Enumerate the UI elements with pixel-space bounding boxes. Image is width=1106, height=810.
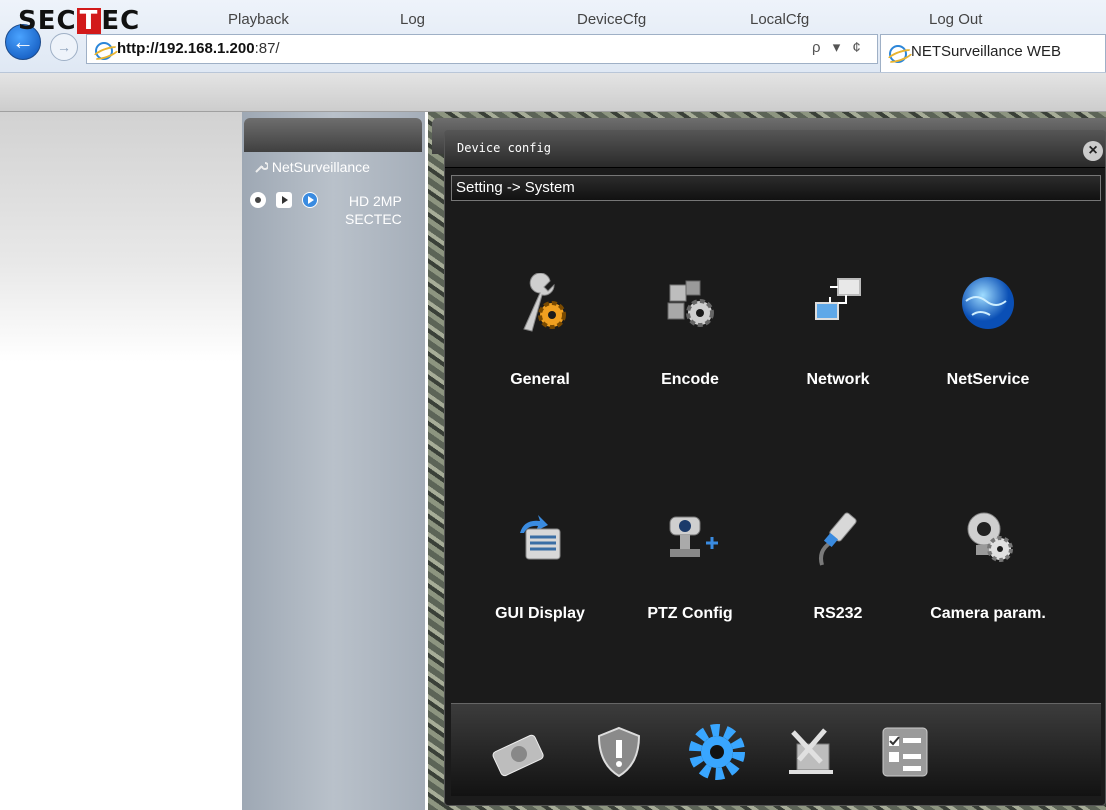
url-port-path: :87/	[254, 40, 280, 57]
camera-param-label: Camera param.	[930, 605, 1046, 622]
rs232-button[interactable]: RS232	[773, 507, 903, 637]
alarm-shield-icon[interactable]	[589, 722, 649, 782]
sectec-logo: SEC T EC	[18, 6, 141, 36]
checklist-icon[interactable]	[875, 722, 935, 782]
left-background	[0, 112, 242, 810]
nav-log[interactable]: Log	[400, 11, 425, 28]
globe-icon	[962, 277, 1014, 329]
dialog-titlebar: Device config ×	[445, 131, 1105, 168]
netservice-button[interactable]: NetService	[923, 273, 1053, 403]
camera-param-button[interactable]: Camera param.	[923, 507, 1053, 637]
device-config-dialog: Device config × Setting -> System Genera…	[444, 130, 1106, 806]
address-tools-icon[interactable]: ρ ▾ ¢	[812, 38, 865, 56]
ie-page-icon	[95, 39, 113, 62]
url-text: http://192.168.1.200:87/	[117, 40, 280, 57]
system-gear-icon[interactable]	[687, 722, 747, 782]
tools-icon[interactable]	[781, 722, 841, 782]
breadcrumb: Setting -> System	[451, 175, 1101, 201]
play-icon[interactable]	[276, 192, 292, 208]
app-nav-bar	[0, 73, 1106, 112]
encode-label: Encode	[661, 371, 719, 388]
browser-tab[interactable]: NETSurveillance WEB	[880, 34, 1106, 72]
camera-controls	[250, 192, 318, 213]
rs232-label: RS232	[813, 605, 863, 622]
tab-title: NETSurveillance WEB	[911, 43, 1062, 60]
device-list-header	[244, 118, 422, 152]
tree-root-label: NetSurveillance	[271, 159, 370, 175]
camera-param-icon	[967, 512, 1013, 562]
camera-name-line1: HD 2MP	[348, 193, 402, 209]
ptz-config-label: PTZ Config	[647, 605, 733, 622]
rs232-cable-icon	[819, 512, 857, 566]
wrench-gear-icon	[523, 273, 566, 332]
tree-root[interactable]: NetSurveillance	[254, 158, 370, 175]
bottom-category-bar	[451, 703, 1101, 796]
encode-button[interactable]: Encode	[625, 273, 755, 403]
nav-localcfg[interactable]: LocalCfg	[750, 11, 809, 28]
live-play-icon[interactable]	[302, 192, 318, 208]
wrench-icon	[255, 162, 269, 173]
dialog-title: Device config	[457, 141, 551, 155]
gui-display-button[interactable]: GUI Display	[475, 507, 605, 637]
netservice-label: NetService	[946, 371, 1030, 388]
puzzle-gear-icon	[667, 280, 714, 327]
gui-display-icon	[520, 515, 561, 560]
general-label: General	[510, 371, 570, 388]
camera-name[interactable]: HD 2MP SECTEC	[345, 192, 402, 228]
nav-devicecfg[interactable]: DeviceCfg	[577, 11, 646, 28]
nav-playback[interactable]: Playback	[228, 11, 289, 28]
network-button[interactable]: Network	[773, 273, 903, 403]
ptz-camera-icon	[669, 516, 718, 557]
close-icon[interactable]: ×	[1083, 141, 1103, 161]
nav-logout[interactable]: Log Out	[929, 11, 982, 28]
camera-name-line2: SECTEC	[345, 211, 402, 227]
ptz-config-button[interactable]: PTZ Config	[625, 507, 755, 637]
general-button[interactable]: General	[475, 273, 605, 403]
network-icon	[815, 278, 861, 320]
breadcrumb-text: Setting -> System	[456, 179, 575, 196]
address-bar[interactable]: http://192.168.1.200:87/ ρ ▾ ¢	[86, 34, 878, 64]
storage-disk-icon[interactable]	[489, 722, 549, 782]
record-icon[interactable]	[250, 192, 266, 208]
gui-display-label: GUI Display	[495, 605, 585, 622]
forward-arrow-icon[interactable]: →	[50, 33, 78, 61]
url-host: http://192.168.1.200	[117, 40, 255, 57]
network-label: Network	[806, 371, 870, 388]
ie-tab-icon	[889, 42, 907, 65]
